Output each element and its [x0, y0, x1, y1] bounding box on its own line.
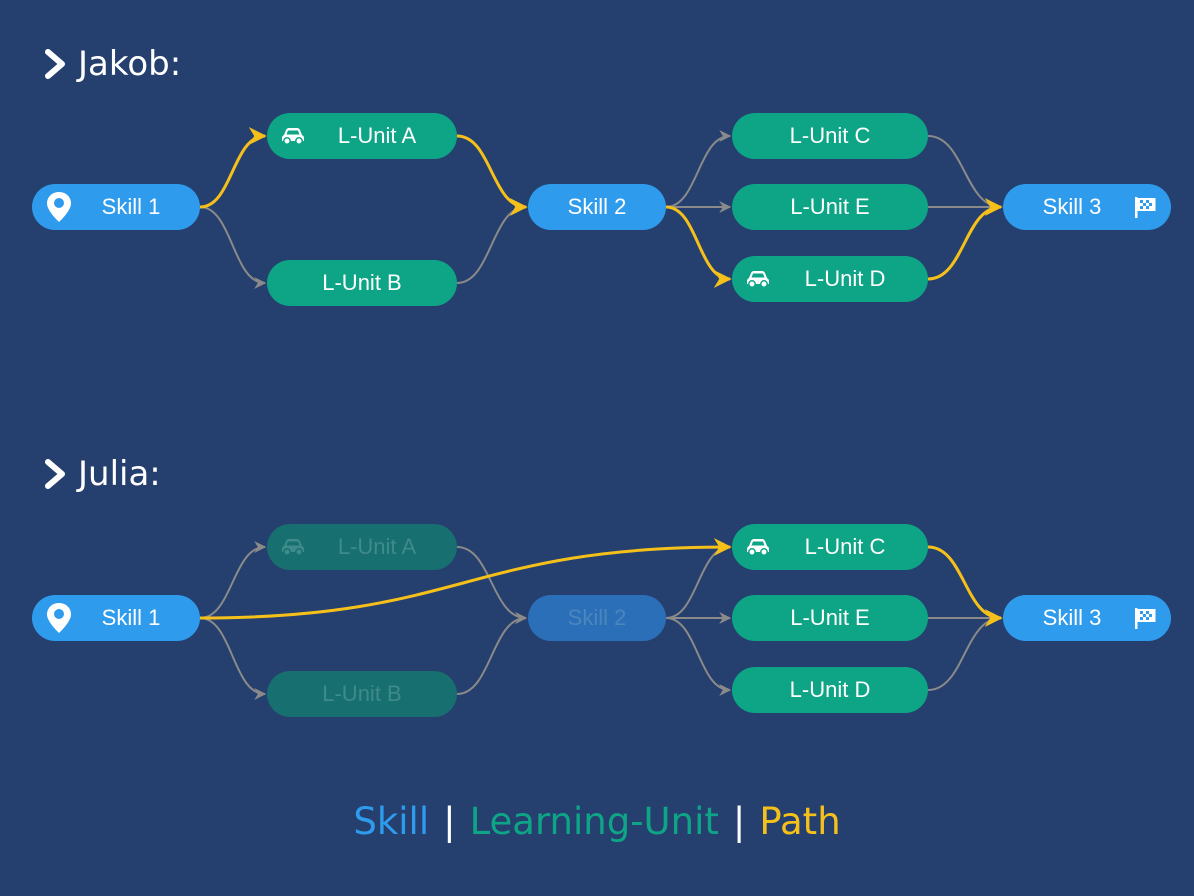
- car-icon: [281, 538, 305, 556]
- edge-s1-to-a: [199, 541, 267, 619]
- car-icon: [746, 270, 770, 288]
- learning-unit-node-a[interactable]: L-Unit A: [267, 524, 457, 570]
- edge-s2-to-c: [665, 130, 732, 208]
- skill-node-s1[interactable]: Skill 1: [32, 184, 200, 230]
- car-icon: [746, 538, 770, 556]
- node-label: Skill 3: [1042, 605, 1102, 630]
- learning-unit-node-d[interactable]: L-Unit D: [732, 667, 928, 713]
- legend-path: Path: [759, 800, 841, 843]
- legend-learning-unit: Learning-Unit: [469, 800, 719, 843]
- diagram-canvas: [199, 127, 1003, 700]
- path-edge-s2-to-d: [665, 205, 732, 288]
- section-heading-julia[interactable]: Julia:: [42, 454, 161, 494]
- learning-unit-node-b[interactable]: L-Unit B: [267, 260, 457, 306]
- checkered-flag-icon: [1133, 606, 1157, 630]
- node-label: Skill 2: [567, 605, 627, 630]
- node-label: L-Unit C: [804, 534, 886, 559]
- chevron-right-icon: [45, 459, 65, 489]
- skill-node-s2[interactable]: Skill 2: [528, 184, 666, 230]
- edge-s2-to-c: [665, 541, 732, 619]
- legend-separator: |: [443, 800, 456, 843]
- edge-s1-to-b: [199, 617, 267, 700]
- edge-b-to-s2: [456, 201, 528, 284]
- learning-unit-node-c[interactable]: L-Unit C: [732, 524, 928, 570]
- section-title: Julia:: [78, 454, 161, 494]
- learning-unit-node-b[interactable]: L-Unit B: [267, 671, 457, 717]
- node-label: L-Unit A: [337, 534, 417, 559]
- learning-unit-node-e[interactable]: L-Unit E: [732, 184, 928, 230]
- node-label: L-Unit E: [790, 605, 870, 630]
- map-pin-icon: [46, 191, 72, 223]
- node-label: L-Unit E: [790, 194, 870, 219]
- legend-separator: |: [732, 800, 746, 843]
- checkered-flag-icon: [1133, 195, 1157, 219]
- node-label: L-Unit C: [789, 123, 871, 148]
- node-label: L-Unit D: [804, 266, 886, 291]
- path-edge-d-to-s3: [927, 198, 1003, 281]
- path-edge-a-to-s2: [456, 134, 528, 216]
- skill-node-s3[interactable]: Skill 3: [1003, 184, 1171, 230]
- learning-unit-node-a[interactable]: L-Unit A: [267, 113, 457, 159]
- edge-s2-to-d: [665, 617, 732, 696]
- node-label: L-Unit A: [337, 123, 417, 148]
- node-label: Skill 3: [1042, 194, 1102, 219]
- legend: Skill | Learning-Unit | Path: [0, 800, 1194, 843]
- skill-node-s3[interactable]: Skill 3: [1003, 595, 1171, 641]
- node-label: L-Unit B: [322, 270, 402, 295]
- node-label: Skill 2: [567, 194, 627, 219]
- chevron-right-icon: [45, 49, 65, 79]
- node-label: Skill 1: [101, 605, 161, 630]
- car-icon: [281, 127, 305, 145]
- node-label: L-Unit D: [789, 677, 871, 702]
- path-edge-s1-to-a: [199, 127, 267, 209]
- edge-d-to-s3: [927, 612, 1003, 691]
- skill-node-s2[interactable]: Skill 2: [528, 595, 666, 641]
- edge-s1-to-b: [199, 206, 267, 289]
- path-edge-c-to-s3: [927, 545, 1003, 627]
- learning-unit-node-c[interactable]: L-Unit C: [732, 113, 928, 159]
- legend-skill: Skill: [353, 800, 430, 843]
- section-title: Jakob:: [78, 44, 182, 84]
- edge-b-to-s2: [456, 612, 528, 695]
- learning-unit-node-d[interactable]: L-Unit D: [732, 256, 928, 302]
- section-heading-jakob[interactable]: Jakob:: [42, 44, 181, 84]
- node-label: Skill 1: [101, 194, 161, 219]
- skill-node-s1[interactable]: Skill 1: [32, 595, 200, 641]
- learning-unit-node-e[interactable]: L-Unit E: [732, 595, 928, 641]
- node-label: L-Unit B: [322, 681, 402, 706]
- edge-c-to-s3: [927, 135, 1003, 213]
- map-pin-icon: [46, 602, 72, 634]
